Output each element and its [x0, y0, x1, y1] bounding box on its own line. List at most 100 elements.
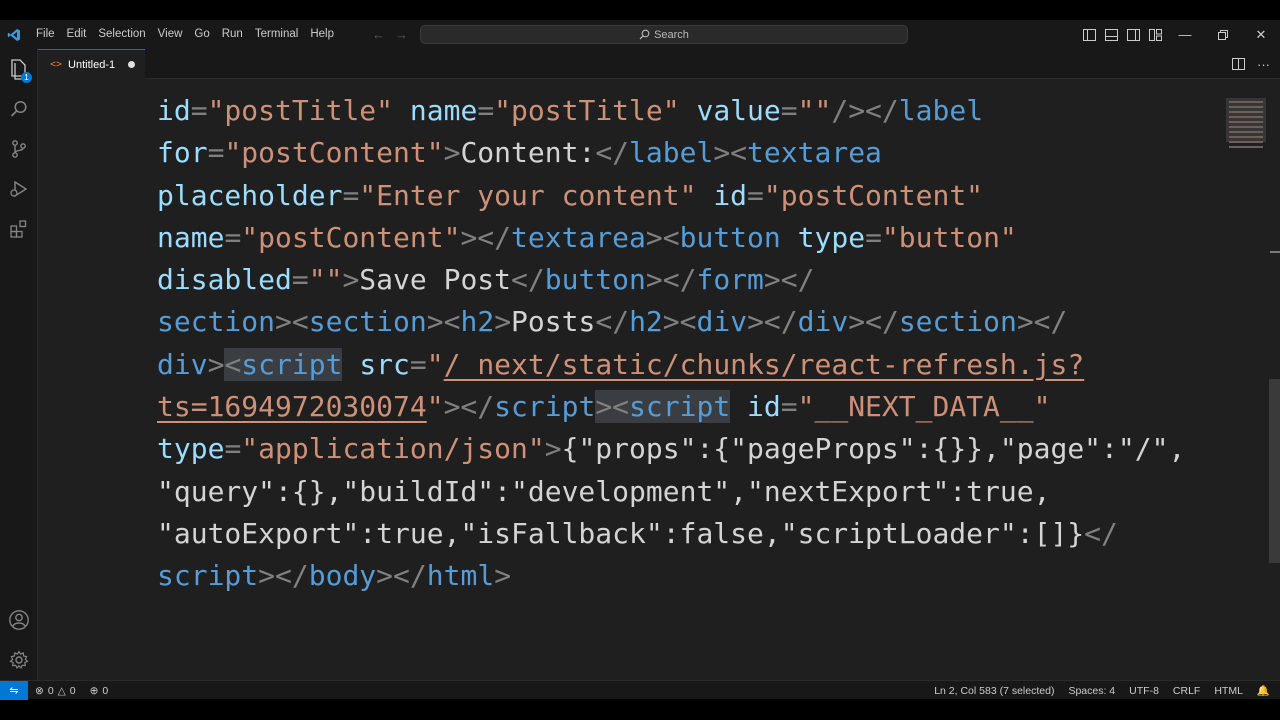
restore-icon[interactable]: [1204, 20, 1242, 49]
code-token: "": [797, 94, 832, 127]
code-line[interactable]: "query":{},"buildId":"development","next…: [157, 471, 1185, 513]
code-line[interactable]: script></body></html>: [157, 555, 1185, 597]
code-file-icon: <>: [50, 59, 63, 70]
code-line[interactable]: ts=1694972030074"></script><script id="_…: [157, 386, 1185, 428]
code-line[interactable]: name="postContent"></textarea><button ty…: [157, 217, 1185, 259]
menu-run[interactable]: Run: [216, 20, 249, 49]
code-token: form: [696, 263, 764, 297]
code-token: type: [797, 220, 866, 254]
menu-view[interactable]: View: [152, 20, 189, 49]
forward-arrow-icon[interactable]: →: [395, 27, 408, 42]
code-line[interactable]: id="postTitle" name="postTitle" value=""…: [157, 90, 1185, 132]
menu-go[interactable]: Go: [188, 20, 215, 49]
code-token: ></: [848, 305, 899, 339]
notifications-bell-icon[interactable]: 🔔: [1257, 684, 1270, 697]
explorer-icon[interactable]: 1: [0, 51, 38, 89]
code-token: =: [780, 390, 798, 424]
code-token: ></: [747, 305, 798, 339]
layout-controls: [1082, 20, 1163, 49]
code-token: name: [157, 220, 225, 254]
errors-icon[interactable]: ⊗: [35, 685, 44, 697]
menu-help[interactable]: Help: [304, 20, 340, 49]
code-token: script: [157, 559, 259, 593]
code-token: div: [797, 305, 849, 339]
back-arrow-icon[interactable]: ←: [372, 27, 385, 42]
code-token: ts=1694972030074: [157, 390, 427, 424]
code-token: =: [207, 136, 225, 170]
scrollbar-marker: [1270, 251, 1280, 253]
code-token: h2: [460, 305, 495, 339]
code-token: src: [359, 347, 410, 381]
code-token: "query":{},"buildId":"development","next…: [157, 474, 1051, 508]
code-token: "Enter your content": [359, 178, 697, 212]
code-editor[interactable]: id="postTitle" name="postTitle" value=""…: [38, 79, 1280, 680]
code-token: "postContent": [224, 136, 444, 170]
code-line[interactable]: div><script src="/_next/static/chunks/re…: [157, 344, 1185, 386]
toggle-panel-icon[interactable]: [1104, 27, 1119, 42]
code-token: =: [224, 220, 242, 254]
code-line[interactable]: placeholder="Enter your content" id="pos…: [157, 175, 1185, 217]
menu-selection[interactable]: Selection: [92, 20, 151, 49]
code-token: >: [544, 432, 562, 466]
menu-file[interactable]: File: [30, 20, 61, 49]
code-token: label: [629, 136, 714, 170]
command-center-search[interactable]: Search: [420, 25, 908, 44]
source-control-icon[interactable]: [0, 130, 38, 168]
code-token: id: [157, 94, 191, 127]
warning-icon[interactable]: △: [58, 685, 66, 697]
accounts-icon[interactable]: [0, 601, 38, 639]
menu-terminal[interactable]: Terminal: [249, 20, 304, 49]
ports-count[interactable]: 0: [102, 685, 108, 697]
code-token: ></: [1016, 305, 1068, 339]
code-token: Content:: [460, 136, 596, 170]
encoding[interactable]: UTF-8: [1129, 685, 1159, 697]
code-token: </: [595, 136, 630, 170]
extensions-icon[interactable]: [0, 210, 38, 248]
unsaved-dot-icon[interactable]: [128, 61, 135, 68]
code-line[interactable]: disabled="">Save Post</button></form></: [157, 259, 1185, 301]
tab-untitled-1[interactable]: <> Untitled-1: [38, 49, 145, 79]
code-token: id: [713, 178, 748, 212]
code-line[interactable]: for="postContent">Content:</label><texta…: [157, 132, 1185, 174]
cursor-position[interactable]: Ln 2, Col 583 (7 selected): [934, 685, 1054, 697]
indentation[interactable]: Spaces: 4: [1068, 685, 1115, 697]
language-mode[interactable]: HTML: [1214, 685, 1243, 697]
code-token: ><: [662, 305, 697, 339]
warning-count[interactable]: 0: [70, 685, 76, 697]
menu-edit[interactable]: Edit: [61, 20, 93, 49]
run-debug-icon[interactable]: [0, 170, 38, 208]
minimap[interactable]: [1226, 98, 1266, 148]
more-actions-icon[interactable]: ···: [1257, 57, 1270, 72]
code-token: section: [157, 305, 276, 339]
code-line[interactable]: section><section><h2>Posts</h2><div></di…: [157, 301, 1185, 343]
code-line[interactable]: "autoExport":true,"isFallback":false,"sc…: [157, 513, 1185, 555]
ports-icon[interactable]: ⊕: [90, 685, 99, 697]
error-count[interactable]: 0: [48, 685, 54, 697]
code-content[interactable]: id="postTitle" name="postTitle" value=""…: [157, 90, 1185, 598]
code-token: script: [629, 390, 731, 424]
end-of-line[interactable]: CRLF: [1173, 685, 1200, 697]
remote-indicator-icon[interactable]: ⇋: [0, 681, 28, 700]
vscode-window: File Edit Selection View Go Run Terminal…: [0, 20, 1280, 700]
code-token: div: [696, 305, 748, 339]
title-bar: File Edit Selection View Go Run Terminal…: [0, 20, 1280, 49]
vertical-scrollbar[interactable]: [1269, 379, 1280, 563]
search-icon[interactable]: [0, 90, 38, 128]
code-line[interactable]: type="application/json">{"props":{"pageP…: [157, 428, 1185, 470]
code-token: =: [291, 263, 309, 297]
customize-layout-icon[interactable]: [1148, 27, 1163, 42]
split-editor-icon[interactable]: [1232, 58, 1245, 70]
code-token: >: [494, 559, 512, 593]
minimize-icon[interactable]: —: [1166, 20, 1204, 49]
toggle-primary-sidebar-icon[interactable]: [1082, 27, 1097, 42]
code-token: disabled: [157, 263, 292, 297]
code-token: "postTitle": [494, 94, 680, 127]
close-icon[interactable]: ✕: [1242, 20, 1280, 49]
code-token: "": [308, 263, 343, 297]
toggle-secondary-sidebar-icon[interactable]: [1126, 27, 1141, 42]
manage-gear-icon[interactable]: [0, 641, 38, 679]
